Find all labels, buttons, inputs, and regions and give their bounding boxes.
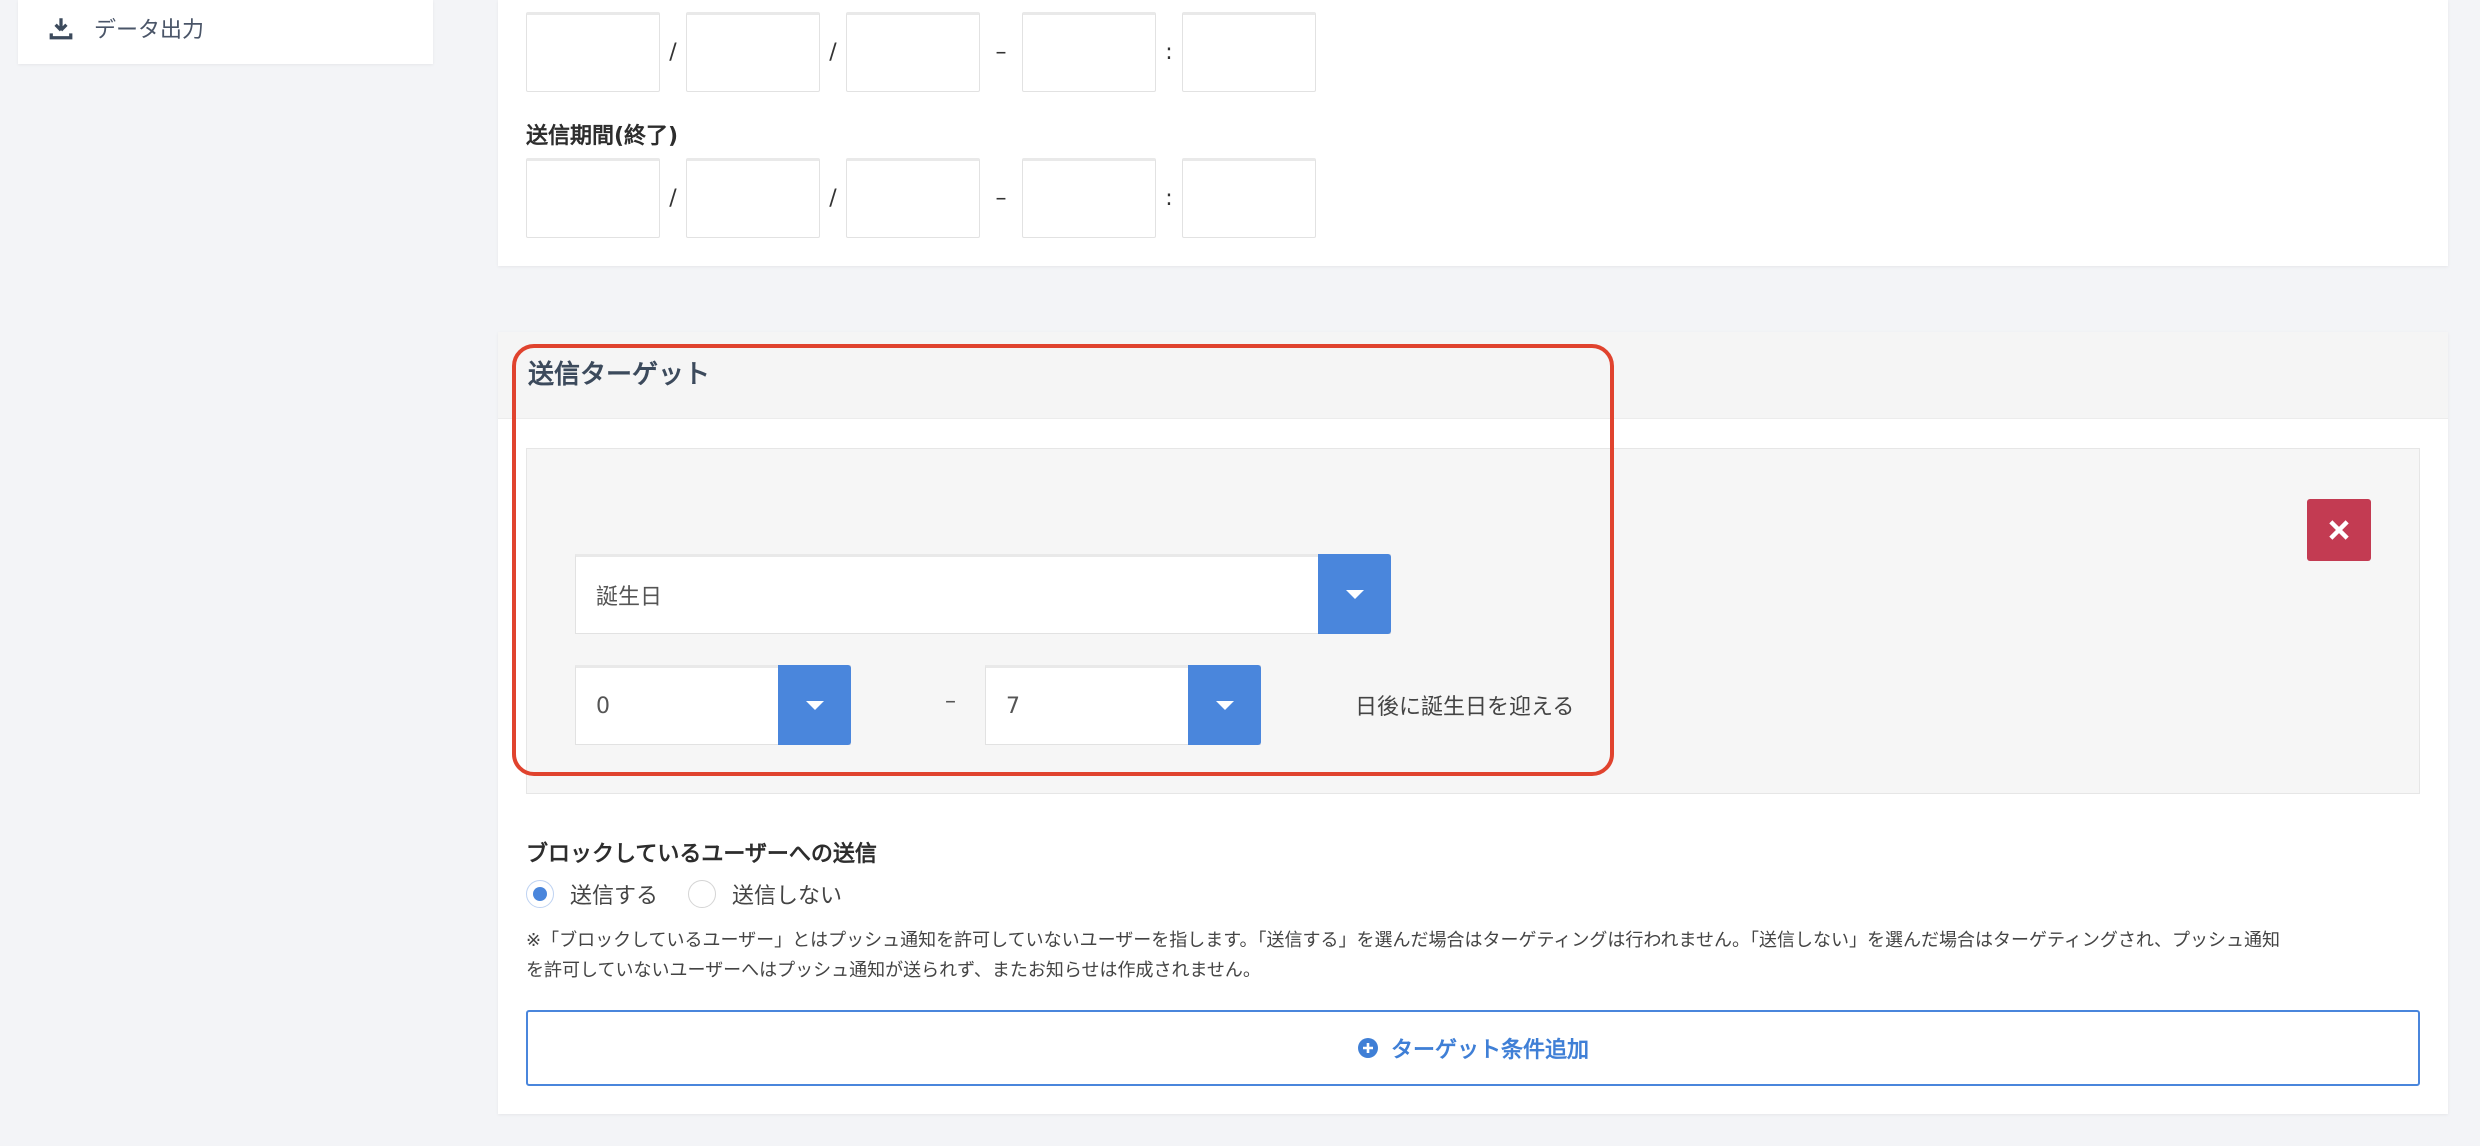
delete-condition-button[interactable] — [2307, 499, 2371, 561]
end-period-label: 送信期間(終了) — [526, 124, 679, 149]
chevron-down-icon — [1345, 589, 1364, 599]
dropdown-toggle[interactable] — [1188, 665, 1261, 745]
block-users-note: ※「ブロックしているユーザー」とはプッシュ通知を許可していないユーザーを指します… — [526, 926, 2426, 986]
dropdown-toggle[interactable] — [778, 665, 851, 745]
add-target-condition-button[interactable]: ターゲット条件追加 — [526, 1010, 2420, 1086]
plus-circle-icon — [1357, 1038, 1378, 1058]
target-card: 送信ターゲット 誕生日 0 – 7 日後に誕生日を迎える ブロックしているユーザ… — [498, 332, 2448, 1114]
close-icon — [2329, 520, 2349, 540]
date-separator: / — [669, 185, 677, 211]
add-target-condition-label: ターゲット条件追加 — [1390, 1038, 1589, 1063]
range-separator: – — [945, 689, 956, 714]
note-line: ※「ブロックしているユーザー」とはプッシュ通知を許可していないユーザーを指します… — [526, 930, 2281, 951]
card-title: 送信ターゲット — [528, 360, 711, 390]
chevron-down-icon — [1215, 700, 1234, 710]
dropdown-toggle[interactable] — [1318, 554, 1391, 634]
radio-dont-send-label[interactable]: 送信しない — [732, 878, 842, 910]
start-hour-input[interactable] — [1022, 12, 1156, 92]
sidebar: データ出力 — [18, 0, 433, 64]
date-separator: / — [829, 185, 837, 211]
date-time-separator: – — [995, 39, 1007, 65]
block-users-radio-group: 送信する 送信しない — [526, 876, 872, 912]
condition-type-select[interactable]: 誕生日 — [575, 554, 1391, 634]
schedule-card: / / – : 送信期間(終了) / / – : — [498, 0, 2448, 266]
start-day-input[interactable] — [846, 12, 980, 92]
end-hour-input[interactable] — [1022, 158, 1156, 238]
sidebar-item-label: データ出力 — [94, 18, 205, 43]
start-month-input[interactable] — [686, 12, 820, 92]
range-from-select[interactable]: 0 — [575, 665, 851, 745]
range-to-select[interactable]: 7 — [985, 665, 1261, 745]
date-time-separator: – — [995, 185, 1007, 211]
start-minute-input[interactable] — [1182, 12, 1316, 92]
selected-value: 誕生日 — [596, 585, 663, 610]
end-day-input[interactable] — [846, 158, 980, 238]
date-separator: / — [829, 39, 837, 65]
radio-dont-send[interactable] — [688, 880, 717, 908]
radio-send[interactable] — [526, 880, 554, 908]
radio-dot — [533, 887, 547, 901]
date-separator: / — [669, 39, 677, 65]
sidebar-item-data-export[interactable]: データ出力 — [48, 8, 204, 48]
note-line: を許可していないユーザーへはプッシュ通知が送られず、またお知らせは作成されません… — [526, 960, 1261, 981]
block-users-label: ブロックしているユーザーへの送信 — [526, 842, 877, 867]
start-datetime-row: / / – : — [526, 12, 1316, 92]
end-month-input[interactable] — [686, 158, 820, 238]
range-suffix-text: 日後に誕生日を迎える — [1355, 695, 1575, 720]
end-minute-input[interactable] — [1182, 158, 1316, 238]
start-year-input[interactable] — [526, 12, 660, 92]
radio-send-label[interactable]: 送信する — [570, 878, 658, 910]
chevron-down-icon — [805, 700, 824, 710]
time-separator: : — [1165, 39, 1173, 65]
condition-panel: 誕生日 0 – 7 日後に誕生日を迎える — [526, 448, 2420, 794]
download-icon — [48, 15, 74, 41]
card-header: 送信ターゲット — [498, 332, 2448, 419]
end-datetime-row: / / – : — [526, 158, 1316, 238]
time-separator: : — [1165, 185, 1173, 211]
end-year-input[interactable] — [526, 158, 660, 238]
